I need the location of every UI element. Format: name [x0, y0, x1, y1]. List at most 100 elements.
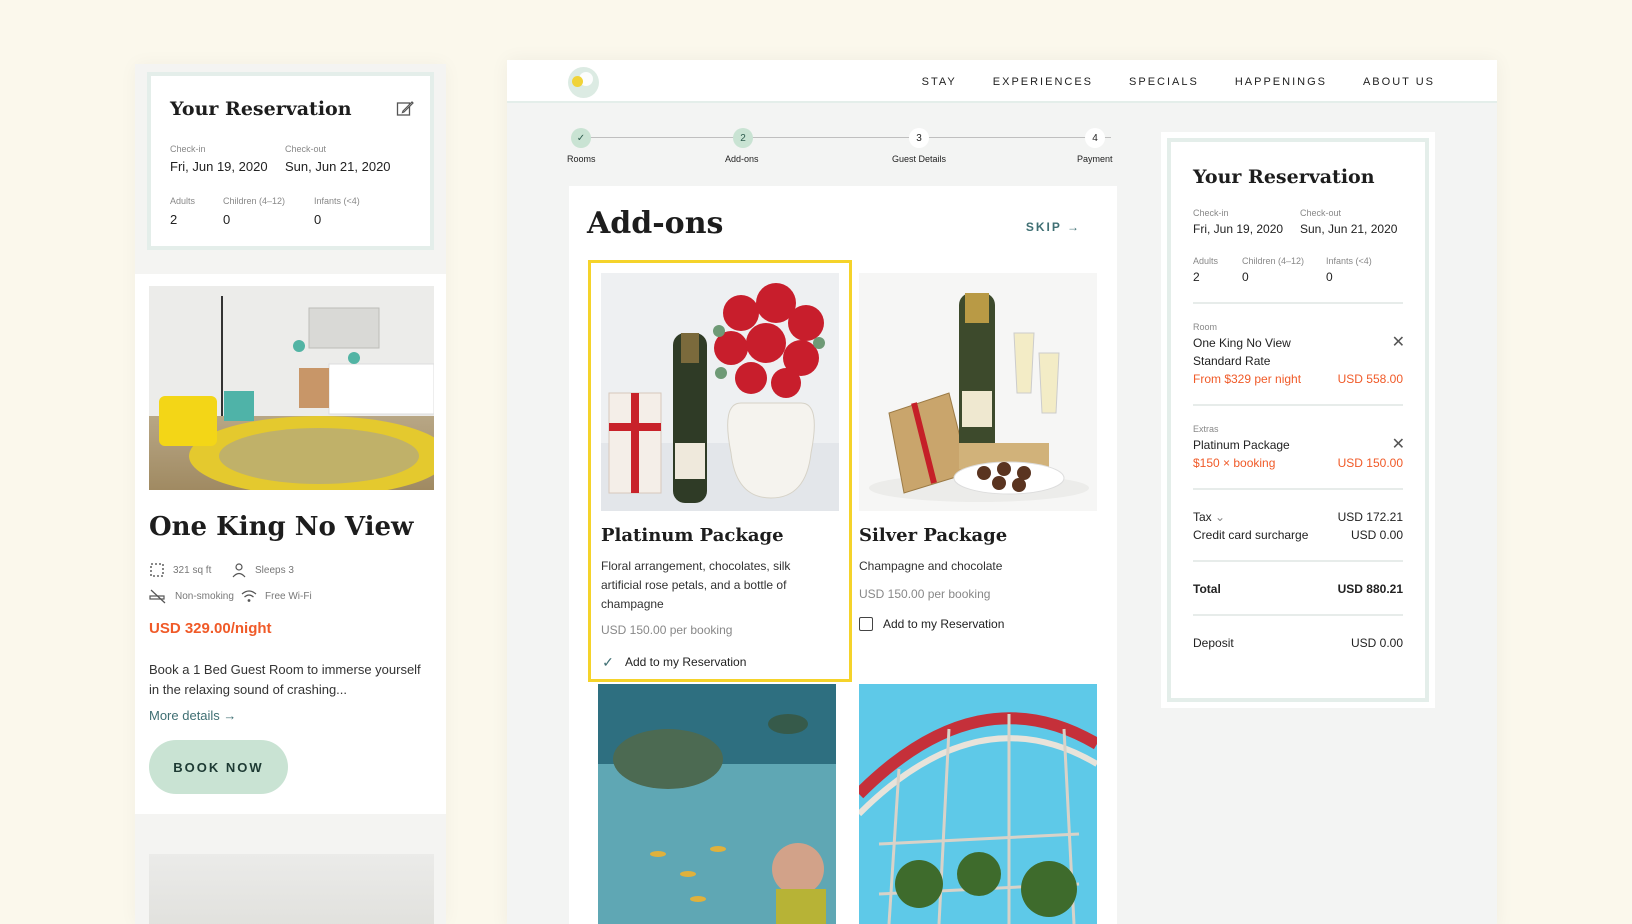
room-label: Room: [1193, 322, 1218, 332]
summary-children-value: 0: [1242, 270, 1249, 284]
room-sleeps: Sleeps 3: [231, 562, 294, 578]
roller-coaster-photo: [859, 684, 1097, 924]
add-to-reservation-checkbox[interactable]: ✓ Add to my Reservation: [601, 654, 746, 670]
reservation-summary: Your Reservation Check-in Fri, Jun 19, 2…: [1161, 132, 1435, 708]
summary-check-out-label: Check-out: [1300, 208, 1342, 218]
step-payment-icon[interactable]: 4: [1085, 128, 1105, 148]
no-smoking-icon: [149, 589, 166, 604]
step-addons-label: Add-ons: [725, 154, 759, 164]
package-price: USD 150.00 per booking: [601, 623, 733, 637]
divider: [1193, 488, 1403, 490]
desktop-panel: STAY EXPERIENCES SPECIALS HAPPENINGS ABO…: [507, 60, 1497, 924]
remove-extra-icon[interactable]: ✕: [1392, 434, 1405, 454]
nav-item-about-us[interactable]: ABOUT US: [1363, 76, 1435, 88]
nav-item-experiences[interactable]: EXPERIENCES: [993, 76, 1093, 88]
summary-infants-label: Infants (<4): [1326, 256, 1372, 266]
package-card-platinum[interactable]: Platinum Package Floral arrangement, cho…: [588, 260, 852, 682]
chevron-down-icon[interactable]: ⌄: [1215, 510, 1225, 524]
children-value: 0: [223, 212, 231, 227]
nav-item-stay[interactable]: STAY: [922, 76, 957, 88]
step-payment-label: Payment: [1077, 154, 1113, 164]
checkmark-icon[interactable]: ✓: [601, 654, 615, 670]
step-addons-icon[interactable]: 2: [733, 128, 753, 148]
wifi-icon: [241, 590, 257, 602]
step-guest-details-label: Guest Details: [892, 154, 947, 164]
room-photo: [149, 286, 434, 490]
step-rooms-icon[interactable]: ✓: [571, 128, 591, 148]
logo-icon[interactable]: [568, 67, 599, 98]
total-row: Total USD 880.21: [1193, 582, 1403, 596]
nav-item-happenings[interactable]: HAPPENINGS: [1235, 76, 1327, 88]
check-in-value: Fri, Jun 19, 2020: [170, 159, 268, 174]
package-card-aquarium[interactable]: [588, 684, 852, 924]
package-description: Champagne and chocolate: [859, 559, 1003, 573]
infants-label: Infants (<4): [314, 196, 360, 206]
package-description: Floral arrangement, chocolates, silk art…: [601, 559, 791, 611]
progress-steps: ✓ Rooms 2 Add-ons 3 Guest Details 4 Paym…: [567, 128, 1117, 168]
room-title: One King No View: [149, 512, 414, 542]
summary-title: Your Reservation: [1193, 166, 1375, 188]
checkbox-icon[interactable]: [859, 617, 873, 631]
package-card-silver[interactable]: Silver Package Champagne and chocolate U…: [849, 263, 1113, 663]
summary-room-rate: Standard Rate: [1193, 354, 1271, 368]
divider: [1193, 302, 1403, 304]
summary-adults-value: 2: [1193, 270, 1200, 284]
check-in-label: Check-in: [170, 144, 206, 154]
check-out-label: Check-out: [285, 144, 327, 154]
summary-children-label: Children (4–12): [1242, 256, 1305, 266]
room-smoking: Non-smoking: [149, 588, 234, 604]
room-wifi: Free Wi-Fi: [241, 588, 312, 604]
total-label: Total: [1193, 582, 1221, 596]
addons-section: Add-ons SKIP → Platinum Package Floral a…: [569, 186, 1117, 924]
summary-room-name: One King No View: [1193, 336, 1291, 350]
step-rooms-label: Rooms: [567, 154, 596, 164]
person-icon: [232, 563, 246, 578]
tax-value: USD 172.21: [1337, 510, 1403, 524]
summary-infants-value: 0: [1326, 270, 1333, 284]
addons-heading: Add-ons: [587, 206, 724, 241]
package-title: Platinum Package: [601, 525, 784, 546]
surcharge-value: USD 0.00: [1350, 528, 1403, 542]
divider: [1193, 560, 1403, 562]
extra-price-note: $150 × booking: [1193, 456, 1276, 470]
divider: [1193, 614, 1403, 616]
nav-item-specials[interactable]: SPECIALS: [1129, 76, 1199, 88]
room-sleeps-text: Sleeps 3: [255, 564, 294, 576]
add-to-reservation-checkbox[interactable]: Add to my Reservation: [859, 617, 1004, 631]
divider: [1193, 404, 1403, 406]
children-label: Children (4–12): [223, 196, 286, 206]
aquarium-photo: [598, 684, 836, 924]
room-wifi-text: Free Wi-Fi: [265, 590, 312, 602]
book-now-button[interactable]: BOOK NOW: [149, 740, 288, 794]
summary-check-in-value: Fri, Jun 19, 2020: [1193, 222, 1284, 236]
edit-icon[interactable]: [396, 100, 414, 118]
area-icon: [150, 563, 164, 577]
room-price: USD 329.00/night: [149, 620, 272, 637]
room-price-row: From $329 per night USD 558.00: [1193, 372, 1403, 386]
silver-photo: [859, 273, 1097, 511]
surcharge-row: Credit card surcharge USD 0.00: [1193, 528, 1403, 542]
tax-label-text: Tax: [1193, 510, 1212, 524]
adults-value: 2: [170, 212, 178, 227]
summary-check-out-value: Sun, Jun 21, 2020: [1300, 222, 1398, 236]
mobile-reservation-card: Your Reservation Check-in Fri, Jun 19, 2…: [147, 72, 434, 250]
extra-total: USD 150.00: [1337, 456, 1403, 470]
tax-row[interactable]: Tax ⌄ USD 172.21: [1193, 510, 1403, 524]
skip-link[interactable]: SKIP →: [1026, 220, 1081, 234]
add-to-reservation-label: Add to my Reservation: [883, 617, 1005, 631]
room-size: 321 sq ft: [149, 562, 211, 578]
extra-price-row: $150 × booking USD 150.00: [1193, 456, 1403, 470]
package-card-amusement-park[interactable]: [849, 684, 1113, 924]
room-card: One King No View 321 sq ft Sleeps 3 Non-…: [135, 274, 446, 814]
remove-room-icon[interactable]: ✕: [1392, 332, 1405, 352]
progress-line: [581, 137, 1111, 138]
room-size-text: 321 sq ft: [173, 564, 212, 576]
deposit-value: USD 0.00: [1350, 636, 1403, 650]
step-guest-details-icon[interactable]: 3: [909, 128, 929, 148]
total-value: USD 880.21: [1337, 582, 1403, 596]
room-description: Book a 1 Bed Guest Room to immerse yours…: [149, 662, 421, 697]
surcharge-label: Credit card surcharge: [1193, 528, 1309, 542]
top-nav: STAY EXPERIENCES SPECIALS HAPPENINGS ABO…: [507, 60, 1497, 103]
reservation-title: Your Reservation: [170, 98, 352, 120]
more-details-link[interactable]: More details →: [149, 708, 236, 723]
